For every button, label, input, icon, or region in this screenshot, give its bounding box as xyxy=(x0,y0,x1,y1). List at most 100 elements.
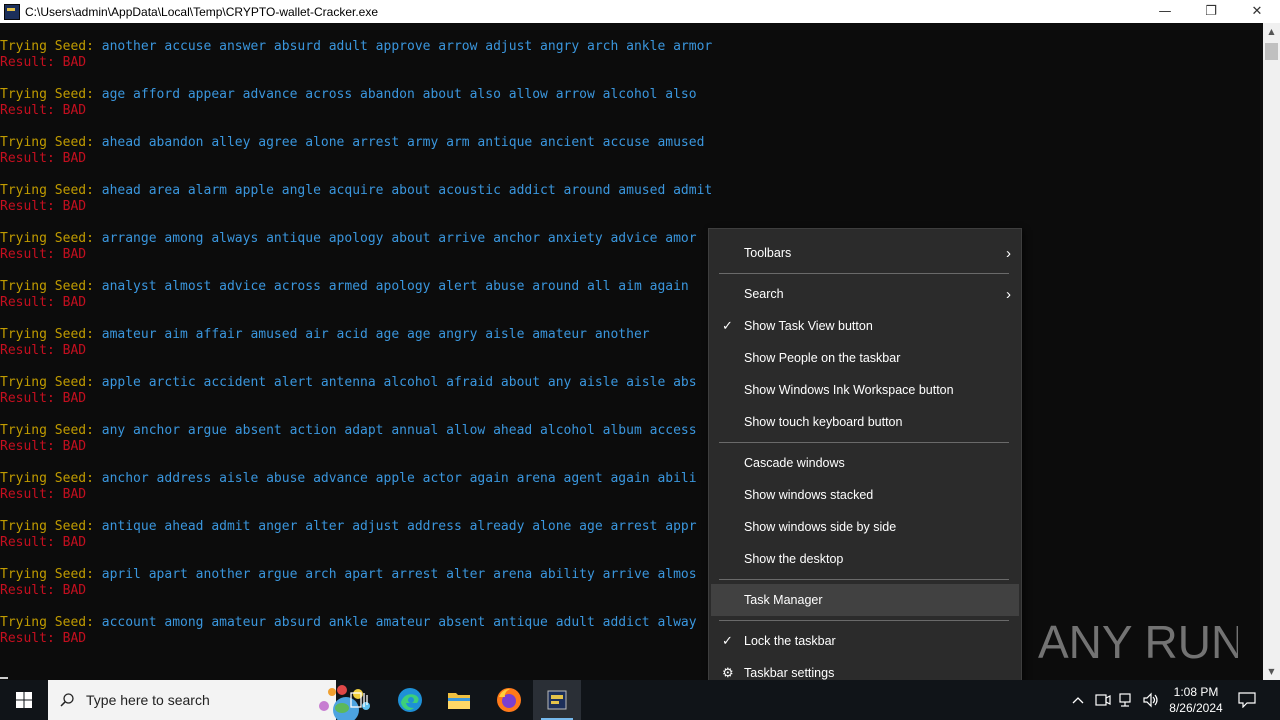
close-button[interactable]: ✕ xyxy=(1234,0,1280,23)
meet-now-icon xyxy=(1095,694,1111,706)
menu-item-lock-taskbar[interactable]: ✓ Lock the taskbar xyxy=(711,625,1019,657)
task-view-icon xyxy=(350,692,368,708)
edge-taskbar-button[interactable] xyxy=(386,680,434,720)
console-seed-line: Trying Seed: arrange among always antiqu… xyxy=(0,231,697,247)
seed-prefix: Trying Seed: xyxy=(0,327,102,342)
windows-start-icon xyxy=(16,692,32,708)
console-output[interactable]: Trying Seed: another accuse answer absur… xyxy=(0,23,1263,680)
svg-text:ANY RUN: ANY RUN xyxy=(1038,616,1238,668)
seed-phrase: arrange among always antique apology abo… xyxy=(101,231,697,246)
seed-phrase: another accuse answer absurd adult appro… xyxy=(101,39,713,54)
taskbar-context-menu: Toolbars › Search › ✓ Show Task View but… xyxy=(708,228,1022,699)
seed-phrase: antique ahead admit anger alter adjust a… xyxy=(101,519,697,534)
seed-prefix: Trying Seed: xyxy=(0,231,102,246)
console-seed-line: Trying Seed: age afford appear advance a… xyxy=(0,87,697,103)
task-view-button[interactable] xyxy=(336,680,384,720)
console-seed-line: Trying Seed: analyst almost advice acros… xyxy=(0,279,689,295)
console-result-line: Result: BAD xyxy=(0,55,87,70)
gear-icon: ⚙ xyxy=(722,665,734,680)
console-result-line: Result: BAD xyxy=(0,631,87,646)
console-seed-line: Trying Seed: amateur aim affair amused a… xyxy=(0,327,650,343)
console-seed-line: Trying Seed: apple arctic accident alert… xyxy=(0,375,697,391)
restore-button[interactable]: ❐ xyxy=(1188,0,1234,23)
menu-item-show-ink-workspace[interactable]: Show Windows Ink Workspace button xyxy=(711,374,1019,406)
console-seed-line: Trying Seed: antique ahead admit anger a… xyxy=(0,519,697,535)
notifications-button[interactable] xyxy=(1230,680,1264,720)
seed-phrase: any anchor argue absent action adapt ann… xyxy=(101,423,697,438)
menu-separator xyxy=(719,273,1009,274)
console-seed-line: Trying Seed: another accuse answer absur… xyxy=(0,39,712,55)
taskbar-search-box[interactable]: Type here to search xyxy=(48,680,370,720)
menu-separator xyxy=(719,442,1009,443)
seed-prefix: Trying Seed: xyxy=(0,135,102,150)
console-result-line: Result: BAD xyxy=(0,295,87,310)
seed-phrase: april apart another argue arch apart arr… xyxy=(101,567,697,582)
menu-item-windows-stacked[interactable]: Show windows stacked xyxy=(711,479,1019,511)
network-button[interactable] xyxy=(1116,680,1138,720)
scroll-thumb[interactable] xyxy=(1265,43,1278,60)
taskbar-clock[interactable]: 1:08 PM 8/26/2024 xyxy=(1160,684,1232,716)
seed-phrase: amateur aim affair amused air acid age a… xyxy=(101,327,650,342)
taskbar[interactable]: Type here to search 1:08 PM 8/26/2024 xyxy=(0,680,1280,720)
seed-phrase: ahead area alarm apple angle acquire abo… xyxy=(101,183,713,198)
console-result-line: Result: BAD xyxy=(0,487,87,502)
chevron-right-icon: › xyxy=(1006,244,1011,262)
seed-phrase: ahead abandon alley agree alone arrest a… xyxy=(101,135,705,150)
seed-prefix: Trying Seed: xyxy=(0,87,102,102)
search-icon xyxy=(60,693,74,707)
volume-button[interactable] xyxy=(1140,680,1162,720)
console-result-line: Result: BAD xyxy=(0,103,87,118)
menu-item-toolbars[interactable]: Toolbars › xyxy=(711,237,1019,269)
volume-icon xyxy=(1143,692,1158,708)
console-seed-line: Trying Seed: ahead area alarm apple angl… xyxy=(0,183,712,199)
console-result-line: Result: BAD xyxy=(0,151,87,166)
firefox-taskbar-button[interactable] xyxy=(485,680,533,720)
seed-phrase: anchor address aisle abuse advance apple… xyxy=(101,471,697,486)
crypto-cracker-app-icon xyxy=(547,690,567,710)
crypto-cracker-taskbar-button[interactable] xyxy=(533,680,581,720)
window-titlebar[interactable]: C:\Users\admin\AppData\Local\Temp\CRYPTO… xyxy=(0,0,1280,23)
chevron-right-icon: › xyxy=(1006,285,1011,303)
console-seed-line: Trying Seed: any anchor argue absent act… xyxy=(0,423,697,439)
checkmark-icon: ✓ xyxy=(722,318,733,333)
menu-item-show-desktop[interactable]: Show the desktop xyxy=(711,543,1019,575)
file-explorer-taskbar-button[interactable] xyxy=(435,680,483,720)
menu-item-show-people[interactable]: Show People on the taskbar xyxy=(711,342,1019,374)
console-seed-line: Trying Seed: april apart another argue a… xyxy=(0,567,697,583)
menu-item-search[interactable]: Search › xyxy=(711,278,1019,310)
menu-item-show-task-view[interactable]: ✓ Show Task View button xyxy=(711,310,1019,342)
console-seed-line: Trying Seed: account among amateur absur… xyxy=(0,615,697,631)
window-title: C:\Users\admin\AppData\Local\Temp\CRYPTO… xyxy=(25,4,379,19)
console-result-line: Result: BAD xyxy=(0,391,87,406)
console-seed-line: Trying Seed: ahead abandon alley agree a… xyxy=(0,135,704,151)
seed-phrase: age afford appear advance across abandon… xyxy=(101,87,697,102)
seed-prefix: Trying Seed: xyxy=(0,375,102,390)
menu-item-show-touch-keyboard[interactable]: Show touch keyboard button xyxy=(711,406,1019,438)
seed-prefix: Trying Seed: xyxy=(0,279,102,294)
scroll-down-arrow-icon[interactable]: ▼ xyxy=(1263,663,1280,680)
console-result-line: Result: BAD xyxy=(0,583,87,598)
seed-prefix: Trying Seed: xyxy=(0,39,102,54)
seed-prefix: Trying Seed: xyxy=(0,615,102,630)
checkmark-icon: ✓ xyxy=(722,633,733,648)
menu-item-task-manager[interactable]: Task Manager xyxy=(711,584,1019,616)
anyrun-watermark: ANY RUN xyxy=(1038,608,1244,672)
start-button[interactable] xyxy=(0,680,48,720)
seed-prefix: Trying Seed: xyxy=(0,423,102,438)
menu-separator xyxy=(719,620,1009,621)
file-explorer-icon xyxy=(448,693,470,709)
seed-phrase: account among amateur absurd ankle amate… xyxy=(101,615,697,630)
console-scrollbar[interactable]: ▲ ▼ xyxy=(1263,23,1280,680)
menu-item-windows-side-by-side[interactable]: Show windows side by side xyxy=(711,511,1019,543)
show-hidden-icons-button[interactable] xyxy=(1066,680,1090,720)
scroll-up-arrow-icon[interactable]: ▲ xyxy=(1263,23,1280,40)
network-icon xyxy=(1119,693,1131,707)
menu-item-cascade-windows[interactable]: Cascade windows xyxy=(711,447,1019,479)
meet-now-button[interactable] xyxy=(1092,680,1114,720)
minimize-button[interactable]: — xyxy=(1142,0,1188,23)
seed-prefix: Trying Seed: xyxy=(0,567,102,582)
console-result-line: Result: BAD xyxy=(0,343,87,358)
console-cursor xyxy=(0,677,8,679)
seed-prefix: Trying Seed: xyxy=(0,183,102,198)
edge-icon xyxy=(398,688,422,712)
